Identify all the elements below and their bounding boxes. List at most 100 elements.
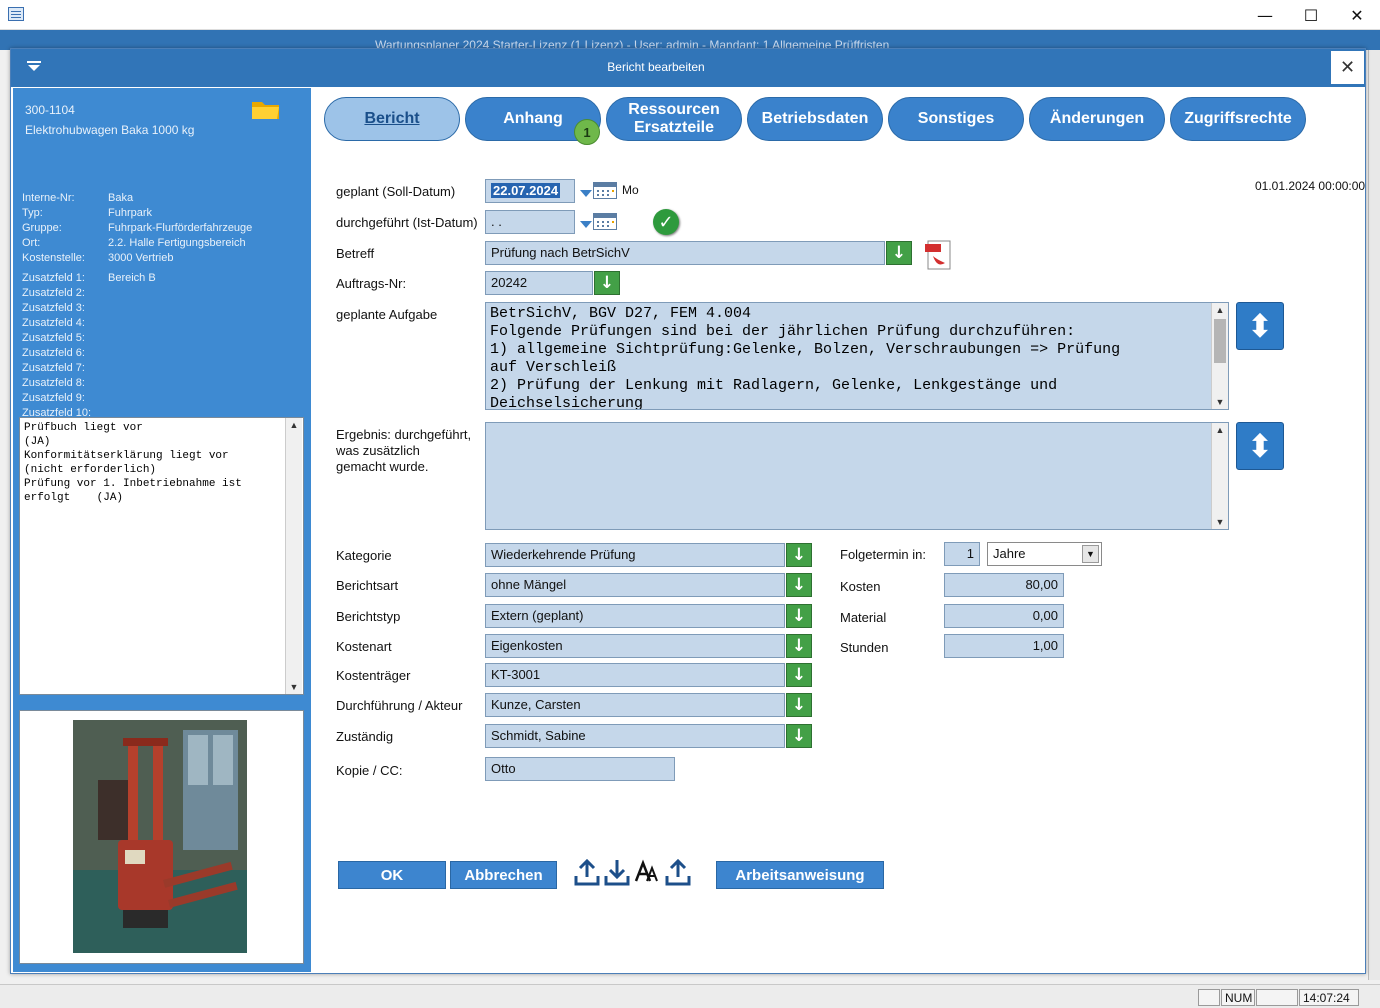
info-row-interne-nr: Interne-Nr: Baka [22,192,134,204]
ergebnis-expand-button[interactable]: ⬍ [1236,422,1284,470]
auftrag-label: Auftrags-Nr: [336,276,407,291]
kategorie-dropdown-button[interactable]: ↓ [786,543,812,567]
ok-button[interactable]: OK [338,861,446,889]
durchgefuehrt-date-input[interactable]: . . [485,210,575,234]
tab-bericht[interactable]: Bericht [324,97,460,141]
confirm-check-icon[interactable]: ✓ [653,209,679,235]
aufgabe-scrollbar[interactable]: ▲ ▼ [1211,303,1228,409]
berichtstyp-label: Berichtstyp [336,609,401,624]
dialog-title: Bericht bearbeiten [607,60,705,74]
zustaendig-dropdown-button[interactable]: ↓ [786,724,812,748]
durchgefuehrt-dropdown-arrow[interactable] [580,221,592,228]
geplant-date-input[interactable]: 22.07.2024 [485,179,575,203]
maximize-button[interactable]: ☐ [1288,0,1334,30]
chevron-down-icon[interactable]: ▼ [1082,545,1099,563]
asset-info-panel: 300-1104 Elektrohubwagen Baka 1000 kg In… [13,88,311,972]
num-lock-indicator: NUM [1221,989,1255,1006]
info-row-typ: Typ: Fuhrpark [22,207,153,219]
kopie-input[interactable]: Otto [485,757,675,781]
berichtsart-input[interactable]: ohne Mängel [485,573,785,597]
arbeitsanweisung-button[interactable]: Arbeitsanweisung [716,861,884,889]
folder-icon[interactable] [251,98,281,120]
dialog-close-button[interactable]: ✕ [1331,51,1364,84]
info-row-gruppe: Gruppe: Fuhrpark-Flurförderfahrzeuge [22,222,253,234]
info-row-ort: Ort: 2.2. Halle Fertigungsbereich [22,237,246,249]
minimize-button[interactable]: — [1242,0,1288,30]
auftrag-dropdown-button[interactable]: ↓ [594,271,620,295]
info-row-zusatzfeld: Zusatzfeld 8: [22,377,85,389]
status-bar: NUM 14:07:24 [0,984,1380,1008]
info-row-zusatzfeld: Zusatzfeld 9: [22,392,85,404]
material-label: Material [840,610,887,625]
ergebnis-label: Ergebnis: durchgeführt, was zusätzlich g… [336,427,472,474]
ergebnis-scrollbar[interactable]: ▲ ▼ [1211,423,1228,529]
berichtstyp-input[interactable]: Extern (geplant) [485,604,785,628]
weekday-label: Mo [622,183,639,197]
forklift-photo [73,720,247,953]
durchfuehrung-label: Durchführung / Akteur [336,698,463,713]
status-cell [1198,989,1220,1006]
betreff-label: Betreff [336,246,375,261]
kategorie-input[interactable]: Wiederkehrende Prüfung [485,543,785,567]
app-titlebar: — ☐ ✕ [0,0,1380,30]
asset-id: 300-1104 [25,103,75,117]
calendar-icon[interactable] [593,213,617,230]
geplant-label: geplant (Soll-Datum) [336,184,456,199]
kosten-label: Kosten [840,579,881,594]
aufgabe-expand-button[interactable]: ⬍ [1236,302,1284,350]
zustaendig-input[interactable]: Schmidt, Sabine [485,724,785,748]
pdf-export-icon[interactable] [924,239,954,271]
geplant-dropdown-arrow[interactable] [580,190,592,197]
kosten-input[interactable]: 80,00 [944,573,1064,597]
created-timestamp: 01.01.2024 00:00:00 [1255,179,1366,193]
report-dialog: Bericht bearbeiten ✕ 300-1104 Elektrohub… [10,48,1366,974]
kostentraeger-label: Kostenträger [336,668,411,683]
abbrechen-button[interactable]: Abbrechen [450,861,557,889]
tab-ressourcen-ersatzteile[interactable]: Ressourcen Ersatzteile [606,97,742,141]
tab-betriebsdaten[interactable]: Betriebsdaten [747,97,883,141]
berichtstyp-dropdown-button[interactable]: ↓ [786,604,812,628]
kostentraeger-dropdown-button[interactable]: ↓ [786,663,812,687]
notes-scrollbar[interactable]: ▲ ▼ [285,418,302,694]
info-row-zusatzfeld: Zusatzfeld 2: [22,287,85,299]
app-ribbon: Wartungsplaner 2024 Starter-Lizenz (1 Li… [0,30,1380,52]
material-input[interactable]: 0,00 [944,604,1064,628]
anhang-count-badge: 1 [574,119,600,145]
betreff-input[interactable]: Prüfung nach BetrSichV [485,241,885,265]
durchfuehrung-input[interactable]: Kunze, Carsten [485,693,785,717]
font-size-icon[interactable] [634,857,662,887]
kostenart-dropdown-button[interactable]: ↓ [786,634,812,658]
app-icon [8,7,24,21]
kostenart-input[interactable]: Eigenkosten [485,634,785,658]
aufgabe-textarea[interactable]: BetrSichV, BGV D27, FEM 4.004 Folgende P… [485,302,1229,410]
close-window-button[interactable]: ✕ [1334,0,1380,30]
folgetermin-unit-select[interactable]: Jahre ▼ [987,542,1102,566]
info-row-zusatzfeld: Zusatzfeld 4: [22,317,85,329]
stunden-input[interactable]: 1,00 [944,634,1064,658]
dialog-titlebar: Bericht bearbeiten ✕ [11,49,1365,87]
asset-notes[interactable]: Prüfbuch liegt vor (JA) Konformitätserkl… [19,417,304,695]
zustaendig-label: Zuständig [336,729,394,744]
kostentraeger-input[interactable]: KT-3001 [485,663,785,687]
download-icon[interactable] [603,857,631,887]
upload-icon[interactable] [573,857,601,887]
background-window-edge [1368,50,1380,980]
info-row-zusatzfeld: Zusatzfeld 7: [22,362,85,374]
kostenart-label: Kostenart [336,639,392,654]
kategorie-label: Kategorie [336,548,392,563]
calendar-icon[interactable] [593,182,617,199]
tab-aenderungen[interactable]: Änderungen [1029,97,1165,141]
betreff-dropdown-button[interactable]: ↓ [886,241,912,265]
berichtsart-dropdown-button[interactable]: ↓ [786,573,812,597]
folgetermin-input[interactable]: 1 [944,542,980,566]
status-cell [1256,989,1298,1006]
auftrag-input[interactable]: 20242 [485,271,593,295]
info-row-zusatzfeld: Zusatzfeld 1: Bereich B [22,272,156,284]
status-clock: 14:07:24 [1299,989,1359,1006]
stunden-label: Stunden [840,640,889,655]
tab-sonstiges[interactable]: Sonstiges [888,97,1024,141]
durchfuehrung-dropdown-button[interactable]: ↓ [786,693,812,717]
ergebnis-textarea[interactable] [485,422,1229,530]
tab-zugriffsrechte[interactable]: Zugriffsrechte [1170,97,1306,141]
upload-icon[interactable] [664,857,692,887]
